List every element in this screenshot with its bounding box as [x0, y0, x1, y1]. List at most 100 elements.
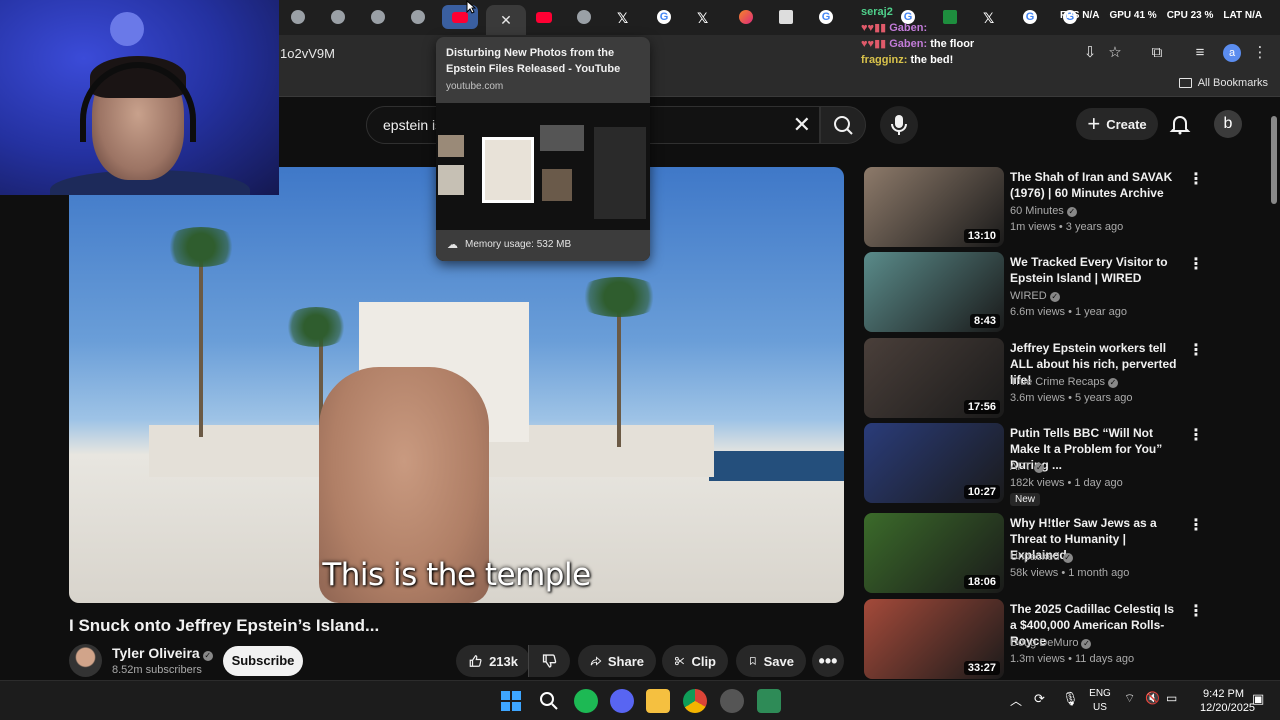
clip-button[interactable]: Clip — [662, 645, 728, 677]
more-vertical-icon[interactable]: ⋮ — [1188, 601, 1204, 621]
obs-icon[interactable] — [720, 689, 744, 713]
voice-search-button[interactable] — [880, 106, 918, 144]
more-actions-button[interactable]: ••• — [812, 645, 844, 677]
share-button[interactable]: Share — [578, 645, 656, 677]
browser-tab-x[interactable]: 𝕏 — [606, 5, 642, 29]
more-vertical-icon[interactable]: ⋮ — [1188, 515, 1204, 535]
close-icon[interactable]: ✕ — [500, 12, 512, 29]
browser-tab-google[interactable]: G — [646, 5, 682, 29]
recommendation-channel[interactable]: Unpacked ✓ — [1010, 551, 1073, 563]
browser-tab-x[interactable]: 𝕏 — [686, 5, 722, 29]
browser-tab-active[interactable]: ✕ — [486, 5, 526, 35]
like-button[interactable]: 213k — [456, 645, 530, 677]
scrollbar-thumb[interactable] — [1271, 116, 1277, 204]
media-control-icon[interactable]: ≡ — [1190, 43, 1210, 63]
memory-icon: ☁ — [447, 239, 458, 251]
more-menu-icon[interactable]: ⋮ — [1250, 43, 1270, 63]
browser-tab[interactable] — [320, 5, 356, 29]
wifi-icon[interactable]: ⌔ — [1124, 691, 1135, 706]
recommendation-thumbnail[interactable]: 18:06 — [864, 513, 1004, 593]
more-horizontal-icon: ••• — [818, 650, 838, 671]
tray-chevron-icon[interactable]: ︿ — [1010, 692, 1022, 709]
windows-start-icon[interactable] — [499, 689, 523, 713]
browser-tab[interactable] — [280, 5, 316, 29]
browser-tab[interactable] — [768, 5, 804, 29]
tray-sync-icon[interactable]: ⟳ — [1034, 691, 1045, 707]
video-frame-palm-fronds — [161, 227, 241, 267]
video-frame-palm-fronds — [281, 307, 351, 347]
more-vertical-icon[interactable]: ⋮ — [1188, 254, 1204, 274]
save-button[interactable]: Save — [736, 645, 806, 677]
channel-avatar[interactable] — [69, 644, 102, 677]
recommendation-item[interactable]: 13:10 The Shah of Iran and SAVAK (1976) |… — [864, 167, 1204, 247]
app-icon — [739, 10, 753, 24]
more-vertical-icon[interactable]: ⋮ — [1188, 425, 1204, 445]
preview-memory-usage: ☁ Memory usage: 532 MB — [436, 230, 650, 261]
save-label: Save — [763, 653, 794, 669]
recommendation-item[interactable]: 8:43 We Tracked Every Visitor to Epstein … — [864, 252, 1204, 332]
notification-center-icon[interactable]: ▣ — [1252, 691, 1264, 707]
recommendation-item[interactable]: 10:27 Putin Tells BBC “Will Not Make It a… — [864, 423, 1204, 506]
recommendation-item[interactable]: 33:27 The 2025 Cadillac Celestiq Is a $40… — [864, 599, 1204, 679]
recommendation-item[interactable]: 17:56 Jeffrey Epstein workers tell ALL ab… — [864, 338, 1204, 418]
chrome-taskbar-icon[interactable] — [683, 689, 707, 713]
file-explorer-icon[interactable] — [646, 689, 670, 713]
verified-icon: ✓ — [1107, 378, 1118, 388]
battery-icon[interactable]: ▭ — [1166, 691, 1177, 705]
recommendation-thumbnail[interactable]: 17:56 — [864, 338, 1004, 418]
recommendation-thumbnail[interactable]: 10:27 — [864, 423, 1004, 503]
chrome-icon — [577, 10, 591, 24]
browser-tab[interactable] — [566, 5, 602, 29]
verified-icon: ✓ — [202, 651, 213, 661]
volume-muted-icon[interactable]: 🔇 — [1145, 691, 1160, 705]
system-clock[interactable]: 9:42 PM 12/20/2025 — [1200, 687, 1255, 715]
video-duration: 17:56 — [963, 400, 1000, 414]
recommendation-channel[interactable]: True Crime Recaps ✓ — [1010, 376, 1118, 388]
clear-search-icon[interactable]: ✕ — [793, 112, 811, 138]
dislike-button[interactable] — [528, 645, 570, 677]
recommendation-channel[interactable]: 60 Minutes ✓ — [1010, 205, 1077, 217]
create-button[interactable]: + Create — [1076, 108, 1158, 140]
spotify-icon[interactable] — [574, 689, 598, 713]
video-duration: 8:43 — [969, 314, 1000, 328]
preview-domain: youtube.com — [446, 81, 504, 92]
browser-tab-google[interactable]: G — [808, 5, 844, 29]
search-icon[interactable] — [537, 689, 561, 713]
recommendation-channel[interactable]: Doug DeMuro ✓ — [1010, 637, 1092, 649]
browser-tab[interactable] — [400, 5, 436, 29]
channel-name[interactable]: Tyler Oliveira ✓ — [112, 645, 213, 661]
search-button[interactable] — [820, 106, 866, 144]
browser-tab-youtube[interactable] — [526, 5, 562, 29]
tray-microphone-icon[interactable]: 🎙 — [1062, 691, 1079, 707]
browser-tab[interactable] — [360, 5, 396, 29]
recommendation-channel[interactable]: APT ✓ — [1010, 461, 1045, 473]
subscribe-button[interactable]: Subscribe — [223, 646, 303, 676]
more-vertical-icon[interactable]: ⋮ — [1188, 169, 1204, 189]
extensions-icon[interactable]: ⧉ — [1147, 43, 1167, 63]
bookmark-star-icon[interactable]: ☆ — [1105, 43, 1125, 63]
recommendation-title[interactable]: The Shah of Iran and SAVAK (1976) | 60 M… — [1010, 169, 1180, 201]
video-frame-palm — [617, 297, 621, 447]
recommendation-thumbnail[interactable]: 8:43 — [864, 252, 1004, 332]
hardware-stats-overlay: FPS N/A GPU 41 % CPU 23 % LAT N/A — [1060, 10, 1280, 21]
url-field[interactable]: 1o2vV9M — [280, 46, 335, 61]
notifications-bell-icon[interactable] — [1168, 112, 1192, 136]
more-vertical-icon[interactable]: ⋮ — [1188, 340, 1204, 360]
recommendation-thumbnail[interactable]: 33:27 — [864, 599, 1004, 679]
recommendation-thumbnail[interactable]: 13:10 — [864, 167, 1004, 247]
recommendation-item[interactable]: 18:06 Why H!tler Saw Jews as a Threat to … — [864, 513, 1204, 593]
recommendation-title[interactable]: We Tracked Every Visitor to Epstein Isla… — [1010, 254, 1180, 286]
search-query[interactable]: epstein is — [383, 117, 442, 133]
app-taskbar-icon[interactable] — [757, 689, 781, 713]
input-language[interactable]: ENG US — [1088, 687, 1112, 715]
discord-icon[interactable] — [610, 689, 634, 713]
browser-profile-avatar[interactable]: a — [1223, 44, 1241, 62]
recommendation-channel[interactable]: WIRED ✓ — [1010, 290, 1060, 302]
browser-tab[interactable] — [728, 5, 764, 29]
account-avatar[interactable]: b — [1214, 110, 1242, 138]
video-duration: 10:27 — [963, 485, 1000, 499]
video-duration: 13:10 — [963, 229, 1000, 243]
all-bookmarks-button[interactable]: All Bookmarks — [1178, 77, 1268, 89]
install-app-icon[interactable]: ⇩ — [1080, 43, 1100, 63]
recommendation-meta: 3.6m views • 5 years ago — [1010, 392, 1133, 404]
